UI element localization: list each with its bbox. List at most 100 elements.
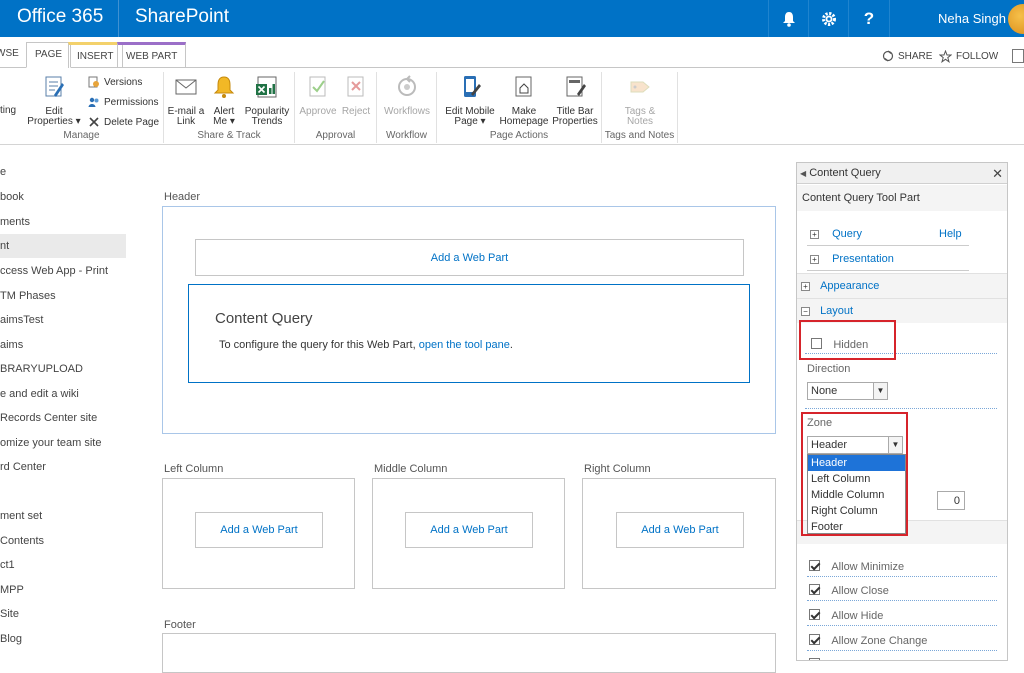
alert-me-label-2: Me ▾ [213,116,235,127]
group-approval-label: Approval [315,130,356,141]
gear-icon [821,11,836,26]
approve-icon [309,76,326,97]
nav-item[interactable]: Records Center site [0,406,126,430]
help-button[interactable]: ? [848,0,889,37]
divider [805,408,997,409]
nav-item[interactable]: TM Phases [0,284,126,308]
add-web-part-right[interactable]: Add a Web Part [616,512,744,548]
chevron-down-icon: ▼ [873,383,887,399]
query-section[interactable]: + Query [810,228,862,240]
nav-item[interactable]: e [0,160,126,184]
divider [807,270,969,271]
allow-minimize-checkbox[interactable]: Allow Minimize [809,559,904,573]
reject-icon [347,76,364,97]
close-icon[interactable]: ✕ [992,163,1003,184]
nav-item[interactable]: ments [0,210,126,234]
workflows-button[interactable]: Workflows [381,74,433,117]
add-web-part-middle[interactable]: Add a Web Part [405,512,533,548]
allow-zone-change-label: Allow Zone Change [831,635,928,647]
help-link[interactable]: Help [939,228,962,240]
zone-footer [162,633,776,673]
direction-select[interactable]: None ▼ [807,382,888,400]
expand-icon: + [810,255,819,264]
nav-item[interactable]: omize your team site [0,431,126,455]
nav-item[interactable]: BRARYUPLOAD [0,357,126,381]
allow-zone-change-check[interactable] [809,634,820,645]
sharepoint-app-title[interactable]: SharePoint [135,6,229,28]
nav-item[interactable] [0,480,126,504]
group-page-actions-label: Page Actions [489,130,549,141]
edit-properties-button[interactable]: Edit Properties ▾ [26,74,82,127]
allow-minimize-label: Allow Minimize [831,561,905,573]
allow-minimize-check[interactable] [809,560,820,571]
expand-icon: + [810,230,819,239]
layout-label: Layout [820,305,854,317]
check-out-button[interactable]: ting [0,106,18,116]
add-web-part-left[interactable]: Add a Web Part [195,512,323,548]
suite-bar: Office 365 SharePoint ? Neha Singh [0,0,1024,37]
allow-hide-label: Allow Hide [831,610,884,622]
nav-item[interactable]: book [0,185,126,209]
edit-mobile-page-button[interactable]: Edit Mobile Page ▾ [441,74,499,127]
nav-item[interactable]: aimsTest [0,308,126,332]
tags-notes-button[interactable]: Tags & Notes [612,74,668,127]
allow-close-checkbox[interactable]: Allow Close [809,583,889,597]
allow-hide-check[interactable] [809,609,820,620]
notifications-button[interactable] [768,0,808,37]
next-checkbox[interactable] [809,657,820,660]
tab-browse[interactable]: WSE [0,42,27,68]
add-web-part-header[interactable]: Add a Web Part [195,239,744,276]
content-query-web-part[interactable]: Content Query To configure the query for… [188,284,750,383]
allow-close-check[interactable] [809,584,820,595]
nav-item[interactable]: aims [0,333,126,357]
allow-zone-change-checkbox[interactable]: Allow Zone Change [809,633,927,647]
approve-button[interactable]: Approve [299,74,337,117]
follow-button[interactable]: FOLLOW [939,50,998,63]
email-link-label-2: Link [176,116,196,127]
zone-index-input[interactable]: 0 [937,491,965,510]
tab-web-part[interactable]: WEB PART [117,42,187,68]
reject-button[interactable]: Reject [339,74,373,117]
make-homepage-button[interactable]: Make Homepage [499,74,549,127]
nav-item-selected[interactable]: nt [0,234,126,258]
reject-label: Reject [341,106,371,117]
open-tool-pane-link[interactable]: open the tool pane [419,339,510,351]
focus-icon[interactable] [1012,49,1024,63]
settings-button[interactable] [808,0,848,37]
versions-button[interactable]: Versions [88,76,142,88]
divider [807,625,997,626]
office365-logo[interactable]: Office 365 [17,6,103,28]
zone-label-footer: Footer [164,619,196,631]
permissions-button[interactable]: Permissions [88,96,158,108]
allow-hide-checkbox[interactable]: Allow Hide [809,608,883,622]
nav-item[interactable]: Site [0,602,126,626]
group-manage-label: Manage [63,130,100,141]
tab-page[interactable]: PAGE [26,42,72,68]
nav-item[interactable]: Contents [0,529,126,553]
ribbon-tabs: WSE PAGE INSERT WEB PART SHARE FOLLOW [0,37,1024,68]
people-icon [88,97,99,107]
nav-item[interactable]: ment set [0,504,126,528]
popularity-trends-button[interactable]: Popularity Trends [242,74,292,127]
content-query-message: To configure the query for this Web Part… [219,339,513,351]
appearance-section[interactable]: + Appearance [797,273,1007,298]
tab-insert[interactable]: INSERT [68,42,123,68]
presentation-section[interactable]: + Presentation [810,253,894,265]
alert-me-button[interactable]: Alert Me ▾ [208,74,240,127]
share-button[interactable]: SHARE [882,50,932,62]
nav-item[interactable]: rd Center [0,455,126,479]
nav-item[interactable]: ct1 [0,553,126,577]
title-bar-properties-button[interactable]: Title Bar Properties [549,74,601,127]
edit-mobile-label-2: Page ▾ [454,116,486,127]
nav-item[interactable]: ccess Web App - Print [0,259,126,283]
nav-item[interactable]: MPP [0,578,126,602]
nav-item[interactable]: Blog [0,627,126,651]
divider [807,576,997,577]
collapse-arrow-icon[interactable]: ◀ [800,169,806,178]
email-link-button[interactable]: E-mail a Link [166,74,206,127]
nav-item[interactable]: e and edit a wiki [0,382,126,406]
delete-page-button[interactable]: Delete Page [88,116,159,128]
user-name[interactable]: Neha Singh [938,11,1006,26]
content-query-title: Content Query [215,310,313,327]
workflow-icon [398,75,416,96]
